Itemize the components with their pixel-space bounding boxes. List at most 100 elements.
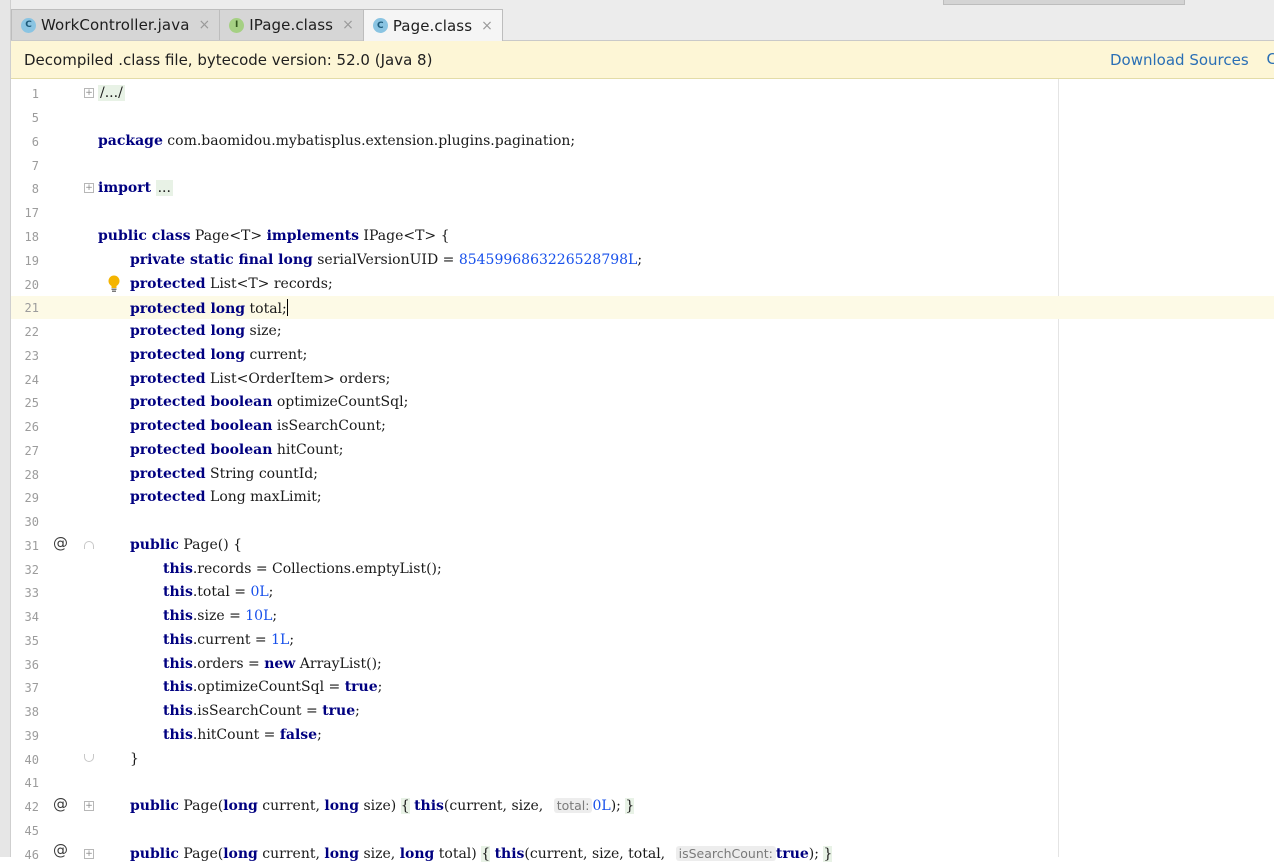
keyword: this — [163, 703, 193, 719]
number-literal: 1L — [271, 632, 290, 648]
code-token: size, — [359, 846, 400, 862]
collapsed-header[interactable]: /.../ — [98, 85, 125, 101]
folded-brace[interactable]: } — [625, 798, 635, 814]
close-icon[interactable]: × — [481, 18, 493, 34]
tab-label: Page.class — [392, 16, 473, 35]
code-line: 42 @ + public Page(long current, long si… — [11, 795, 1274, 818]
line-number: 37 — [24, 681, 39, 695]
code-line: 26 protected boolean isSearchCount; — [11, 415, 1274, 438]
folded-brace[interactable]: { — [481, 846, 491, 862]
fold-end-icon[interactable] — [84, 754, 94, 762]
code-text: } — [130, 751, 139, 767]
code-line: 35 this.current = 1L; — [11, 629, 1274, 652]
code-token: .records = Collections.emptyList(); — [192, 561, 442, 577]
code-line: 36 this.orders = new ArrayList(); — [11, 653, 1274, 676]
code-text: this.records = Collections.emptyList(); — [163, 561, 442, 577]
code-text: this.size = 10L; — [163, 608, 277, 624]
line-number: 30 — [24, 515, 39, 529]
code-token: .isSearchCount = — [192, 703, 323, 719]
number-literal: 0L — [592, 798, 611, 814]
code-text: protected long current; — [130, 347, 307, 363]
fold-expand-icon[interactable]: + — [84, 849, 94, 859]
line-number: 18 — [24, 230, 39, 244]
fold-expand-icon[interactable]: + — [84, 801, 94, 811]
tab-ipage[interactable]: I IPage.class × — [219, 9, 364, 40]
keyword: long — [223, 798, 258, 814]
code-text: protected long size; — [130, 323, 282, 339]
line-number: 28 — [24, 468, 39, 482]
line-number: 34 — [24, 610, 39, 624]
keyword: this — [163, 632, 193, 648]
keyword: protected — [130, 489, 206, 505]
close-icon[interactable]: × — [342, 17, 354, 33]
fold-expand-icon[interactable]: + — [84, 88, 94, 98]
keyword: protected — [130, 466, 206, 482]
tab-page[interactable]: C Page.class × — [362, 9, 503, 41]
override-marker-icon[interactable]: @ — [53, 795, 68, 813]
code-text: protected boolean hitCount; — [130, 442, 343, 458]
keyword: this — [163, 561, 193, 577]
code-token: Page( — [178, 798, 224, 814]
keyword: true — [344, 679, 378, 695]
line-number: 17 — [24, 206, 39, 220]
keyword: long — [399, 846, 435, 862]
code-editor[interactable]: 1 + /.../ 5 6 package com.baomidou.mybat… — [11, 79, 1274, 862]
choose-sources-link[interactable]: C — [1267, 50, 1274, 68]
keyword: public class — [98, 228, 191, 244]
line-number: 5 — [31, 111, 39, 125]
keyword: public — [130, 846, 179, 862]
code-line: 23 protected long current; — [11, 344, 1274, 367]
code-token: .orders = — [192, 656, 265, 672]
code-line: 27 protected boolean hitCount; — [11, 439, 1274, 462]
keyword: protected long — [130, 347, 246, 363]
code-line: 39 this.hitCount = false; — [11, 724, 1274, 747]
line-number: 36 — [24, 658, 39, 672]
tab-workcontroller[interactable]: C WorkController.java × — [11, 9, 221, 40]
top-scrollbar[interactable] — [943, 0, 1185, 5]
keyword: long — [324, 846, 359, 862]
code-token: List<OrderItem> orders; — [205, 371, 391, 387]
code-text: this.optimizeCountSql = true; — [163, 679, 382, 695]
keyword: this — [163, 584, 193, 600]
code-token: current, — [257, 846, 325, 862]
code-line: 24 protected List<OrderItem> orders; — [11, 368, 1274, 391]
keyword: protected boolean — [130, 442, 273, 458]
tab-label: IPage.class — [249, 16, 334, 34]
keyword: true — [322, 703, 356, 719]
line-number: 19 — [24, 254, 39, 268]
download-sources-link[interactable]: Download Sources — [1110, 51, 1249, 69]
code-line: 25 protected boolean optimizeCountSql; — [11, 391, 1274, 414]
fold-expand-icon[interactable]: + — [84, 183, 94, 193]
code-line: 46 @ + public Page(long current, long si… — [11, 841, 1274, 866]
override-marker-icon[interactable]: @ — [53, 841, 68, 859]
folded-brace[interactable]: { — [400, 798, 410, 814]
code-line: 6 package com.baomidou.mybatisplus.exten… — [11, 130, 1274, 153]
code-line: 32 this.records = Collections.emptyList(… — [11, 558, 1274, 581]
code-text: public class Page<T> implements IPage<T>… — [98, 228, 450, 244]
code-line: 29 protected Long maxLimit; — [11, 486, 1274, 509]
code-line: 5 — [11, 106, 1274, 129]
override-marker-icon[interactable]: @ — [53, 534, 68, 552]
keyword: protected long — [130, 301, 246, 317]
code-token: ); — [610, 798, 626, 814]
current-code-line: 21 protected long total; — [11, 296, 1274, 319]
code-token: Page() { — [178, 537, 243, 553]
keyword: package — [98, 133, 163, 149]
code-token: current; — [245, 347, 308, 363]
close-icon[interactable]: × — [199, 17, 211, 33]
code-text: protected String countId; — [130, 466, 318, 482]
number-literal: 0L — [250, 584, 269, 600]
code-line: 20 protected List<T> records; — [11, 273, 1274, 296]
line-number: 8 — [31, 182, 39, 196]
keyword: this — [494, 846, 525, 862]
keyword: this — [163, 656, 193, 672]
fold-collapse-icon[interactable] — [84, 541, 94, 549]
class-icon: C — [21, 17, 36, 33]
lightbulb-icon[interactable] — [108, 275, 120, 293]
line-number: 21 — [24, 301, 39, 315]
code-token: .hitCount = — [192, 727, 280, 743]
collapsed-imports[interactable]: ... — [155, 180, 173, 196]
folded-brace[interactable]: } — [823, 846, 833, 862]
code-line: 34 this.size = 10L; — [11, 605, 1274, 628]
code-text: this.orders = new ArrayList(); — [163, 656, 382, 672]
